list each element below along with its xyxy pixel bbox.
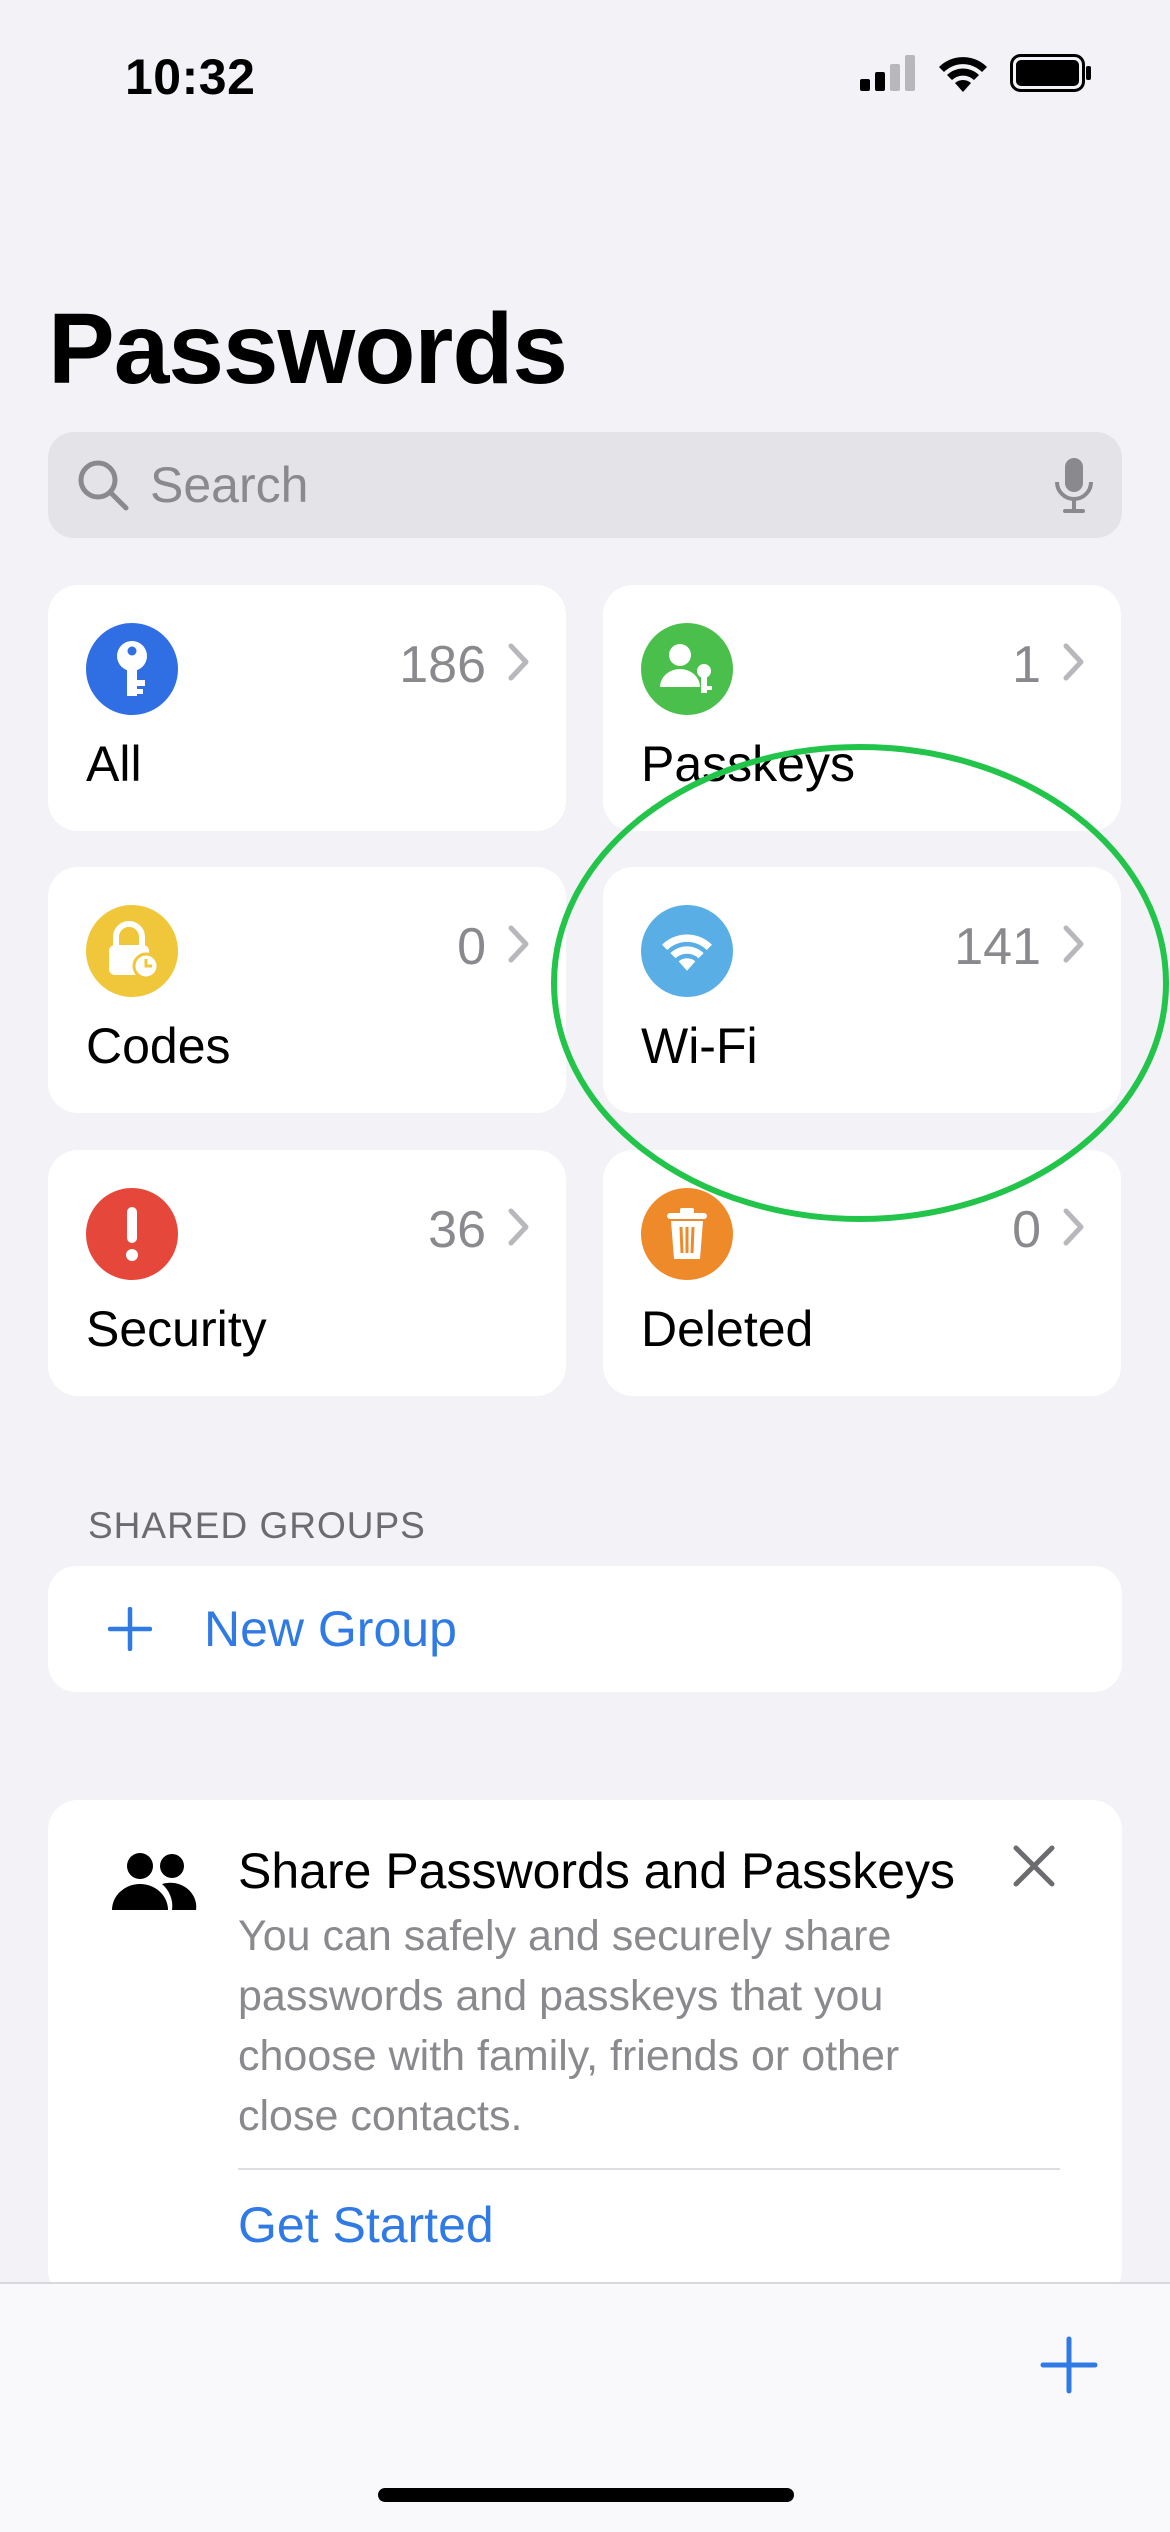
people-icon — [112, 1853, 197, 1910]
category-count: 1 — [1012, 636, 1041, 694]
trash-icon — [641, 1188, 733, 1280]
exclamation-icon — [86, 1188, 178, 1280]
key-icon — [86, 623, 178, 715]
status-icons — [860, 54, 1092, 92]
category-card-wifi[interactable]: 141 Wi-Fi — [603, 867, 1121, 1113]
share-passwords-card: Share Passwords and Passkeys You can saf… — [48, 1800, 1122, 2300]
search-icon — [78, 460, 129, 511]
home-indicator — [378, 2488, 794, 2502]
category-card-codes[interactable]: 0 Codes — [48, 867, 566, 1113]
new-group-button[interactable]: New Group — [48, 1566, 1122, 1692]
category-count: 36 — [428, 1201, 486, 1259]
category-count: 0 — [457, 918, 486, 976]
chevron-right-icon — [508, 1208, 529, 1246]
lock-clock-icon — [86, 905, 178, 997]
category-card-security[interactable]: 36 Security — [48, 1150, 566, 1396]
category-card-all[interactable]: 186 All — [48, 585, 566, 831]
battery-icon — [1010, 54, 1091, 92]
search-bar[interactable] — [48, 432, 1122, 538]
page-title: Passwords — [48, 293, 568, 405]
share-card-body: You can safely and securely share passwo… — [238, 1912, 900, 2140]
wifi-status-icon — [939, 57, 987, 92]
category-label: Deleted — [641, 1301, 814, 1357]
close-icon[interactable] — [1012, 1844, 1056, 1888]
passwords-screen: 10:32 Passwords Search 186 All 1 Passkey… — [0, 0, 1170, 2532]
category-label: All — [86, 736, 142, 792]
category-count: 186 — [399, 636, 486, 694]
new-group-label: New Group — [204, 1601, 457, 1657]
category-label: Wi-Fi — [641, 1018, 758, 1074]
share-card-title: Share Passwords and Passkeys — [238, 1843, 956, 1899]
cellular-signal-icon — [860, 55, 915, 91]
chevron-right-icon — [508, 925, 529, 963]
category-label: Codes — [86, 1018, 231, 1074]
search-input[interactable] — [150, 456, 1054, 514]
person-key-icon — [641, 623, 733, 715]
chevron-right-icon — [1063, 1208, 1084, 1246]
status-time: 10:32 — [125, 49, 256, 105]
category-label: Security — [86, 1301, 267, 1357]
category-card-passkeys[interactable]: 1 Passkeys — [603, 585, 1121, 831]
plus-icon — [108, 1607, 152, 1651]
wifi-icon — [641, 905, 733, 997]
chevron-right-icon — [1063, 925, 1084, 963]
chevron-right-icon — [1063, 643, 1084, 681]
microphone-icon[interactable] — [1054, 456, 1094, 514]
add-icon[interactable] — [1040, 2336, 1098, 2394]
category-count: 141 — [954, 918, 1041, 976]
category-count: 0 — [1012, 1201, 1041, 1259]
get-started-link[interactable]: Get Started — [238, 2196, 494, 2254]
divider — [238, 2168, 1060, 2170]
chevron-right-icon — [508, 643, 529, 681]
category-label: Passkeys — [641, 736, 855, 792]
status-bar: 10:32 — [0, 0, 1170, 150]
category-card-deleted[interactable]: 0 Deleted — [603, 1150, 1121, 1396]
section-header-shared-groups: SHARED GROUPS — [88, 1505, 426, 1546]
